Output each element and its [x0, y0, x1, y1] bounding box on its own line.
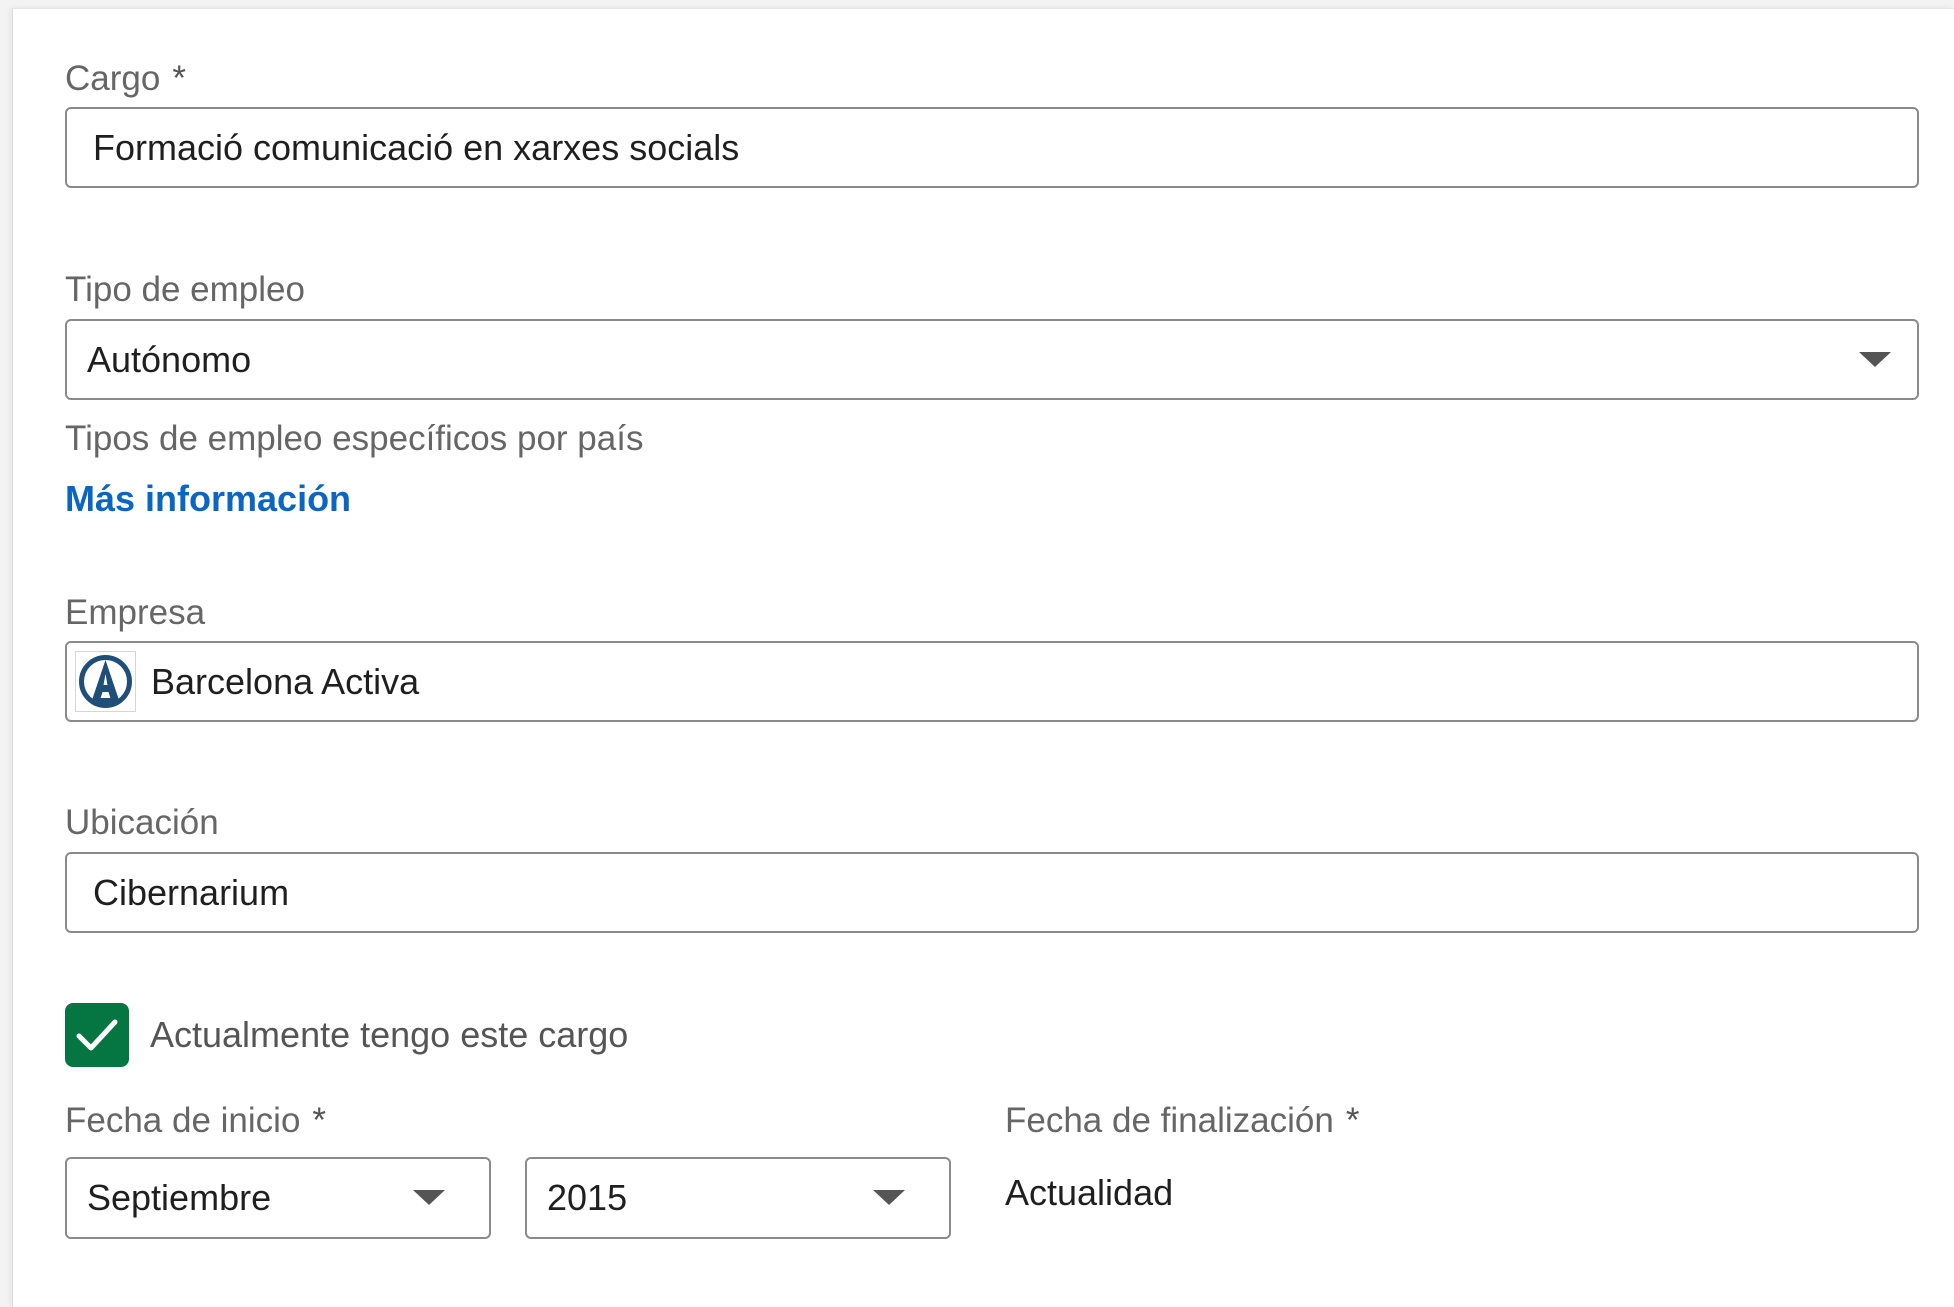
tipo-empleo-value: Autónomo: [87, 339, 252, 380]
checkmark-icon: [76, 1019, 118, 1051]
more-info-link[interactable]: Más información: [65, 479, 351, 519]
cargo-label: Cargo *: [65, 59, 186, 99]
chevron-down-icon: [413, 1190, 445, 1205]
fecha-inicio-label-text: Fecha de inicio: [65, 1101, 301, 1140]
required-mark: *: [172, 59, 186, 98]
barcelona-activa-logo-icon: [75, 651, 136, 712]
start-year-value: 2015: [547, 1177, 628, 1218]
cargo-input-value: Formació comunicació en xarxes socials: [93, 127, 740, 168]
fecha-inicio-label: Fecha de inicio *: [65, 1101, 326, 1141]
tipo-empleo-helper: Tipos de empleo específicos por país: [65, 419, 644, 458]
start-year-select[interactable]: 2015: [525, 1157, 951, 1239]
start-month-select[interactable]: Septiembre: [65, 1157, 491, 1239]
empresa-input-value: Barcelona Activa: [151, 661, 420, 702]
current-role-label: Actualmente tengo este cargo: [150, 1014, 629, 1055]
fecha-fin-label: Fecha de finalización *: [1005, 1101, 1359, 1141]
cargo-input[interactable]: Formació comunicació en xarxes socials: [65, 107, 1919, 188]
end-date-value: Actualidad: [1005, 1172, 1174, 1213]
chevron-down-icon: [1859, 352, 1891, 367]
current-role-checkbox[interactable]: [65, 1003, 129, 1067]
required-mark: *: [1345, 1101, 1360, 1140]
empresa-input[interactable]: Barcelona Activa: [65, 641, 1919, 722]
cargo-label-text: Cargo: [65, 59, 161, 98]
ubicacion-input[interactable]: Cibernarium: [65, 852, 1919, 933]
empresa-label: Empresa: [65, 593, 206, 632]
start-month-value: Septiembre: [87, 1177, 272, 1218]
position-form: Cargo * Formació comunicació en xarxes so…: [12, 8, 1954, 1307]
tipo-empleo-label: Tipo de empleo: [65, 270, 305, 309]
chevron-down-icon: [873, 1190, 905, 1205]
ubicacion-label: Ubicación: [65, 803, 219, 842]
required-mark: *: [312, 1101, 327, 1140]
fecha-fin-label-text: Fecha de finalización: [1005, 1101, 1334, 1140]
tipo-empleo-select[interactable]: Autónomo: [65, 319, 1919, 400]
ubicacion-input-value: Cibernarium: [93, 872, 290, 913]
